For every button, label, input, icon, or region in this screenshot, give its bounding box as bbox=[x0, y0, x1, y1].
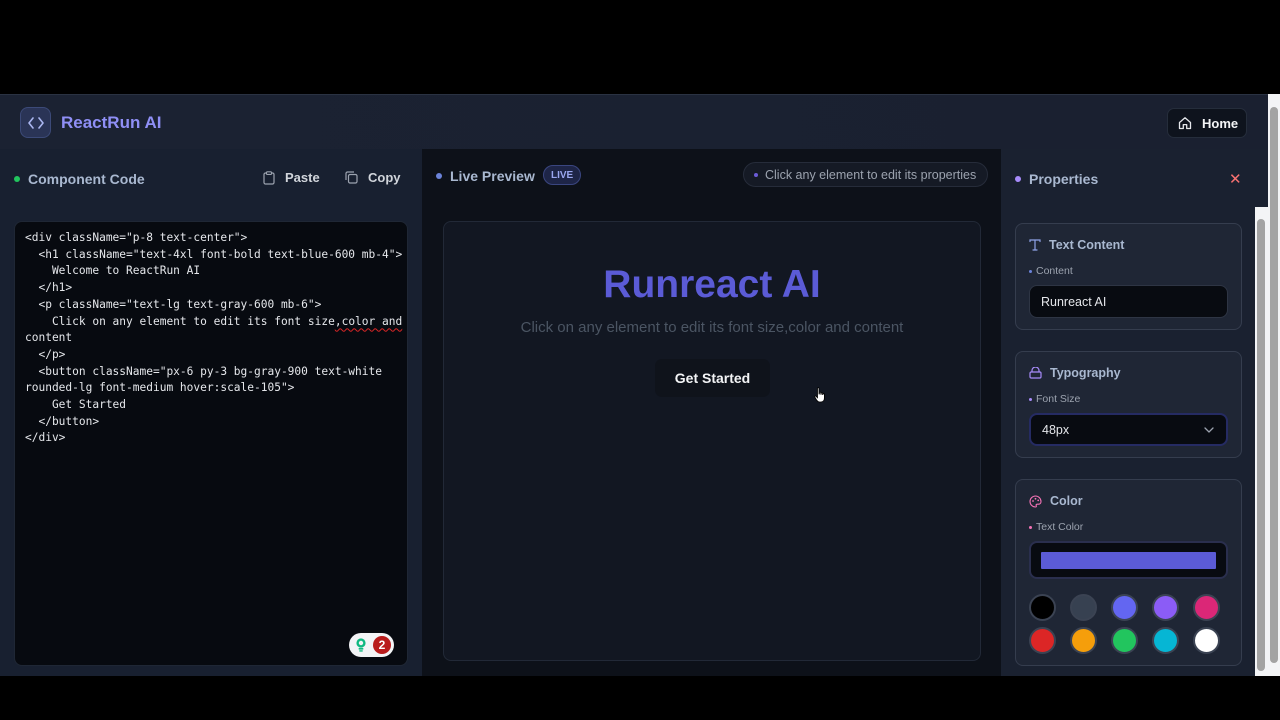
code-panel-title: Component Code bbox=[14, 171, 145, 187]
code-line: <h1 className="text-4xl font-bold text-b… bbox=[25, 247, 403, 261]
preview-panel: Live Preview LIVE Click any element to e… bbox=[422, 149, 1001, 676]
code-line: </p> bbox=[25, 347, 66, 361]
typography-title-text: Typography bbox=[1050, 366, 1121, 380]
palette-icon bbox=[1029, 494, 1042, 508]
label-dot bbox=[1029, 525, 1032, 529]
text-content-title-text: Text Content bbox=[1049, 238, 1125, 252]
code-line: <div className="p-8 text-center"> bbox=[25, 231, 248, 244]
font-size-label: Font Size bbox=[1029, 393, 1080, 405]
preview-panel-title: Live Preview bbox=[436, 168, 535, 184]
code-line: Welcome to ReactRun AI bbox=[25, 264, 201, 278]
content-label: Content bbox=[1029, 265, 1073, 277]
color-title-text: Color bbox=[1050, 494, 1083, 508]
code-brackets-icon bbox=[27, 116, 44, 129]
code-line-squiggle: Click on any element to edit its font si… bbox=[25, 314, 402, 331]
properties-scrollbar-thumb[interactable] bbox=[1257, 219, 1265, 671]
current-color-swatch[interactable] bbox=[1041, 551, 1216, 569]
code-line: </div> bbox=[25, 431, 66, 445]
preview-get-started-button[interactable]: Get Started bbox=[655, 359, 770, 397]
font-size-select[interactable]: 48px bbox=[1029, 413, 1228, 446]
code-line: content bbox=[25, 331, 73, 345]
color-swatch[interactable] bbox=[1152, 594, 1179, 621]
font-size-label-text: Font Size bbox=[1036, 393, 1081, 405]
hand-cursor-icon bbox=[814, 387, 825, 403]
properties-title-text: Properties bbox=[1029, 171, 1099, 187]
close-icon[interactable]: ✕ bbox=[1229, 170, 1242, 188]
copy-button-label: Copy bbox=[368, 170, 401, 185]
typography-title: Typography bbox=[1029, 366, 1121, 380]
content-input[interactable]: Runreact AI bbox=[1029, 285, 1228, 318]
code-line: </button> bbox=[25, 414, 100, 428]
color-swatch[interactable] bbox=[1070, 627, 1097, 654]
logo-badge[interactable] bbox=[20, 107, 51, 138]
color-swatch[interactable] bbox=[1070, 594, 1097, 621]
text-type-icon bbox=[1029, 239, 1041, 251]
content-label-text: Content bbox=[1036, 265, 1073, 277]
live-badge: LIVE bbox=[543, 165, 582, 185]
font-size-value: 48px bbox=[1042, 422, 1070, 437]
text-color-picker[interactable] bbox=[1029, 541, 1228, 579]
copy-icon bbox=[345, 171, 358, 184]
letterbox-top bbox=[0, 0, 1280, 94]
label-dot bbox=[1029, 397, 1032, 401]
color-swatch[interactable] bbox=[1029, 594, 1056, 621]
properties-panel: Properties ✕ Text Content Content Runrea… bbox=[1001, 149, 1268, 676]
status-dot bbox=[14, 176, 20, 182]
color-palette bbox=[1029, 594, 1229, 654]
color-swatch[interactable] bbox=[1111, 594, 1138, 621]
typography-card: Typography Font Size 48px bbox=[1015, 351, 1242, 458]
text-content-card: Text Content Content Runreact AI bbox=[1015, 223, 1242, 330]
code-line: Get Started bbox=[25, 398, 127, 412]
status-dot bbox=[1015, 176, 1021, 182]
paste-button-label: Paste bbox=[285, 170, 320, 185]
text-color-label-text: Text Color bbox=[1036, 521, 1084, 533]
color-card: Color Text Color bbox=[1015, 479, 1242, 666]
paste-button[interactable]: Paste bbox=[263, 170, 320, 185]
copy-button[interactable]: Copy bbox=[345, 170, 401, 185]
status-dot bbox=[436, 173, 442, 179]
properties-panel-title: Properties bbox=[1015, 171, 1098, 187]
code-panel: Component Code Paste Copy <div className… bbox=[0, 149, 422, 676]
home-icon bbox=[1178, 117, 1192, 130]
letterbox-bottom bbox=[0, 676, 1280, 720]
home-button-label: Home bbox=[1202, 115, 1239, 131]
code-line: <button className="px-6 py-3 bg-gray-900… bbox=[25, 364, 382, 378]
color-title: Color bbox=[1029, 494, 1083, 508]
code-editor[interactable]: <div className="p-8 text-center"> <h1 cl… bbox=[14, 221, 408, 666]
home-button[interactable]: Home bbox=[1167, 108, 1247, 138]
lightbulb-icon bbox=[356, 638, 366, 652]
color-swatch[interactable] bbox=[1193, 627, 1220, 654]
code-panel-title-text: Component Code bbox=[28, 171, 145, 187]
code-line: </h1> bbox=[25, 281, 73, 295]
text-content-title: Text Content bbox=[1029, 238, 1124, 252]
label-dot bbox=[1029, 269, 1032, 273]
app-header: ReactRun AI Home bbox=[0, 94, 1268, 149]
preview-canvas[interactable]: Runreact AI Click on any element to edit… bbox=[443, 221, 981, 661]
app-name: ReactRun AI bbox=[61, 113, 162, 132]
hint-dot bbox=[754, 172, 758, 177]
preview-heading[interactable]: Runreact AI bbox=[444, 263, 980, 307]
code-line: rounded-lg font-medium hover:scale-105"> bbox=[25, 381, 295, 395]
grammar-assistant-badge[interactable]: 2 bbox=[349, 633, 394, 657]
code-line: <p className="text-lg text-gray-600 mb-6… bbox=[25, 297, 322, 311]
hint-pill: Click any element to edit its properties bbox=[743, 162, 988, 187]
color-swatch[interactable] bbox=[1029, 627, 1056, 654]
clipboard-icon bbox=[263, 170, 275, 185]
window-scrollbar-thumb[interactable] bbox=[1270, 107, 1278, 663]
preview-paragraph[interactable]: Click on any element to edit its font si… bbox=[444, 319, 980, 336]
issue-count-badge: 2 bbox=[373, 636, 391, 654]
hint-text: Click any element to edit its properties bbox=[765, 167, 977, 182]
chevron-down-icon bbox=[1204, 426, 1214, 433]
color-swatch[interactable] bbox=[1152, 627, 1179, 654]
spelling-error-underline[interactable]: ,color and bbox=[335, 315, 402, 328]
preview-panel-title-text: Live Preview bbox=[450, 168, 535, 184]
app-window: ReactRun AI Home Component Code Paste Co… bbox=[0, 94, 1268, 676]
code-line-text: Click on any element to edit its font si… bbox=[25, 314, 335, 328]
color-swatch[interactable] bbox=[1111, 627, 1138, 654]
color-swatch[interactable] bbox=[1193, 594, 1220, 621]
text-color-label: Text Color bbox=[1029, 521, 1083, 533]
typography-icon bbox=[1029, 367, 1042, 379]
